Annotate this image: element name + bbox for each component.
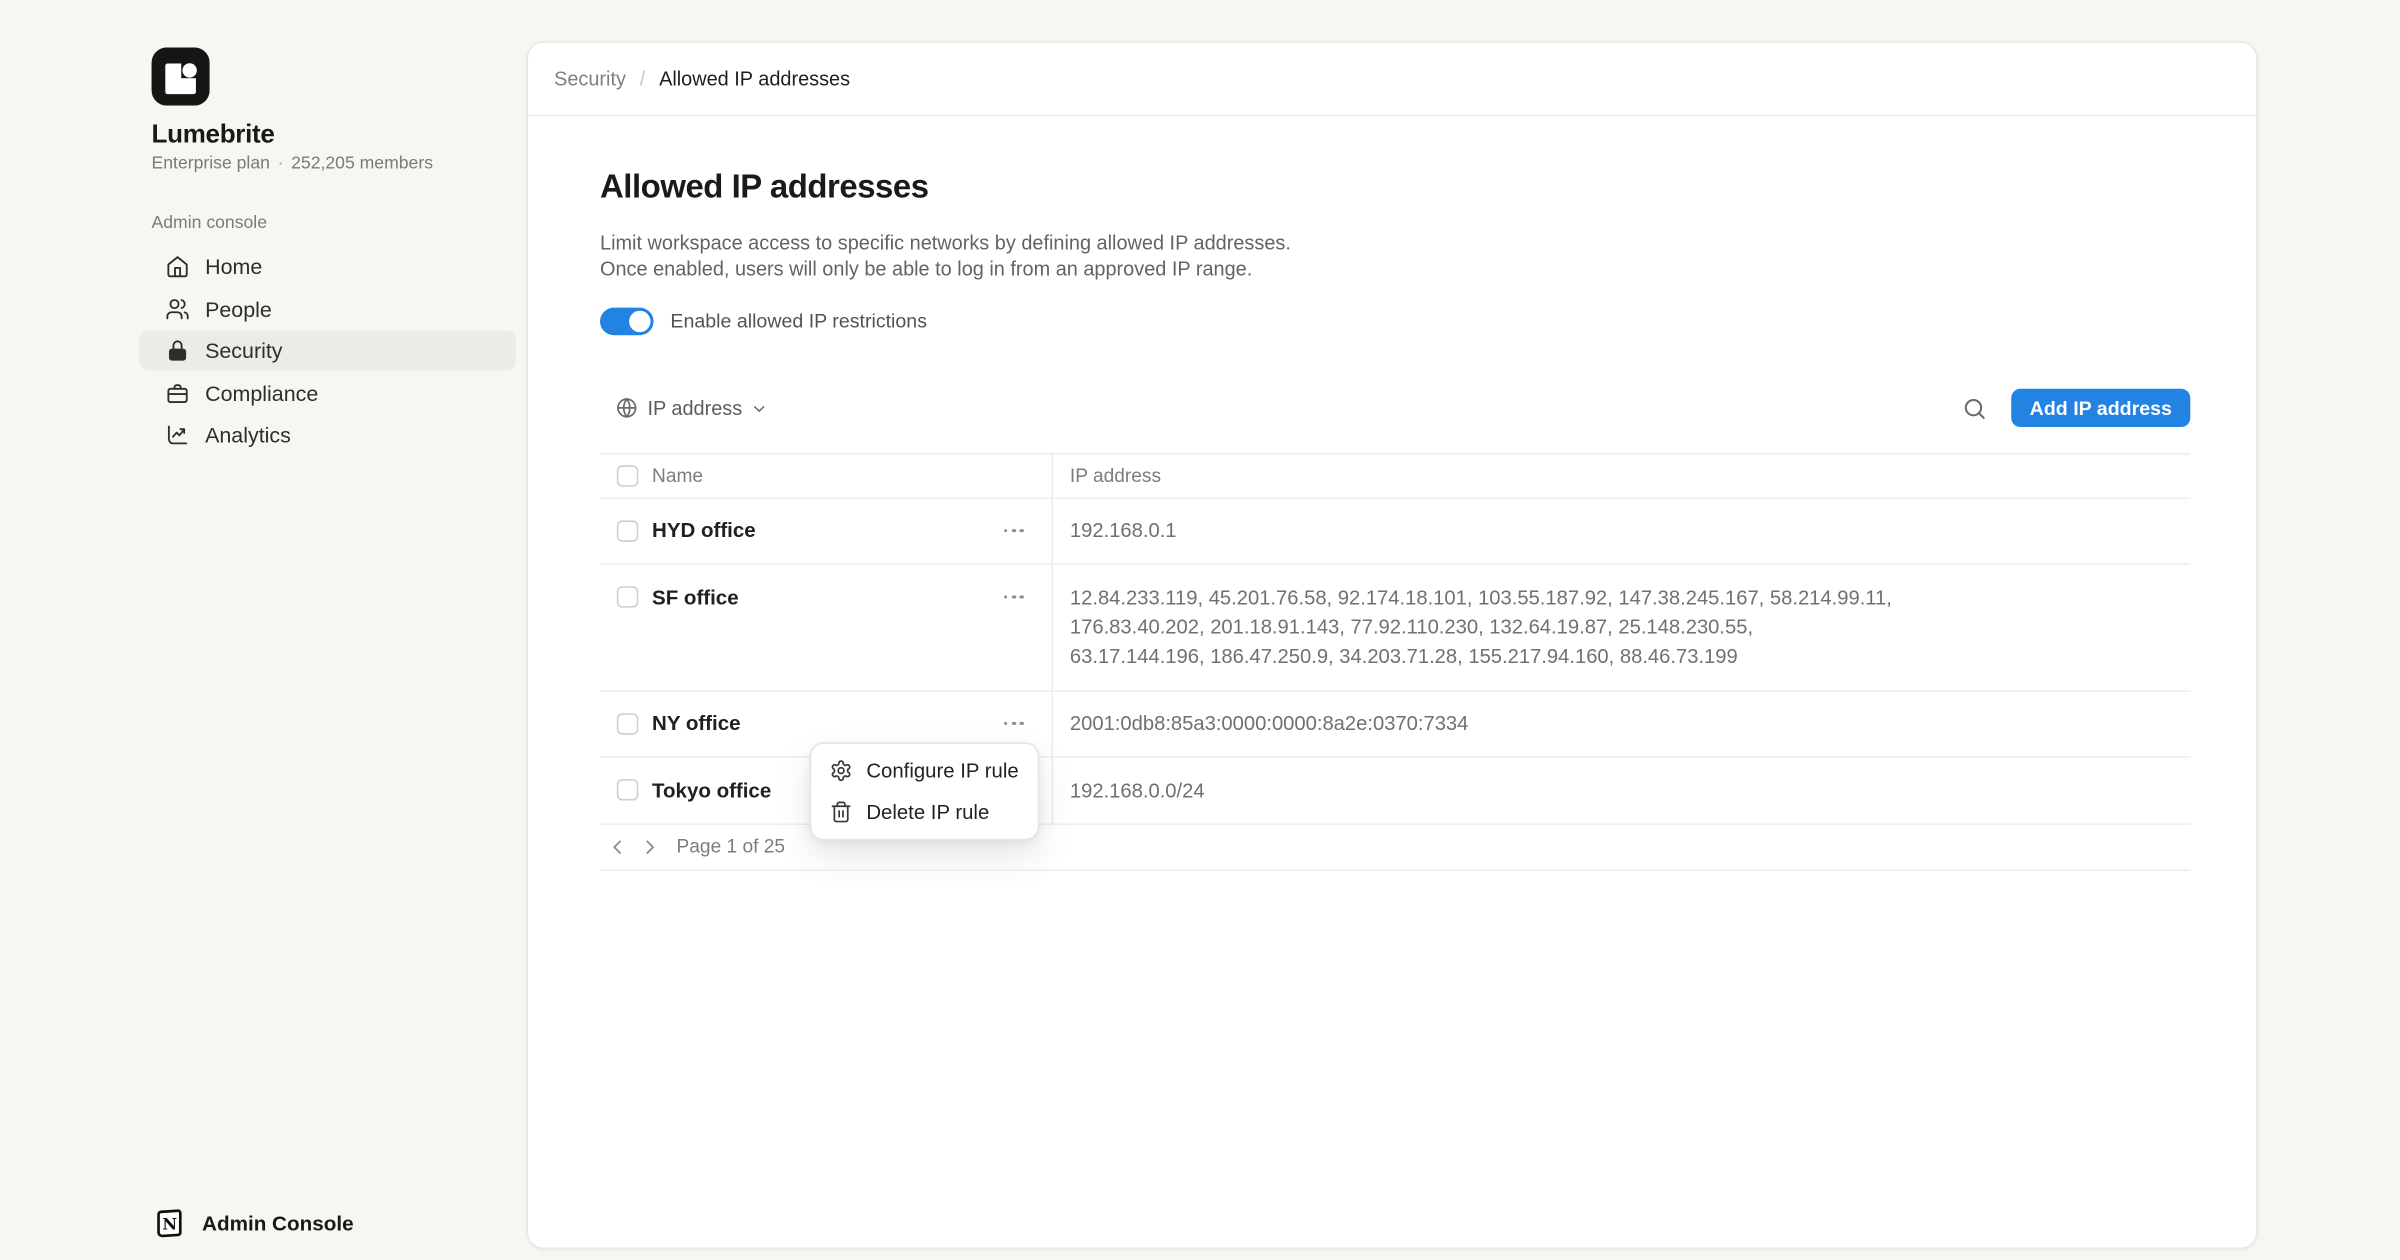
chart-line-icon	[165, 422, 189, 446]
ip-line: 12.84.233.119, 45.201.76.58, 92.174.18.1…	[1070, 583, 1892, 612]
house-icon	[165, 254, 189, 278]
notion-cube-icon: N	[152, 1206, 186, 1240]
globe-icon	[615, 397, 638, 420]
lumebrite-logo	[152, 47, 210, 105]
menu-item-configure-ip-rule[interactable]: Configure IP rule	[817, 750, 1031, 791]
sidebar-item-label: Security	[205, 338, 282, 362]
column-header-name: Name	[652, 465, 703, 486]
rule-name: Tokyo office	[652, 778, 771, 801]
gear-icon	[830, 759, 853, 782]
sidebar-item-compliance[interactable]: Compliance	[139, 373, 516, 413]
sidebar-item-label: Analytics	[205, 422, 291, 446]
ip-restrictions-toggle-row: Enable allowed IP restrictions	[600, 307, 2190, 335]
rule-name: SF office	[652, 586, 739, 609]
page-title: Allowed IP addresses	[600, 168, 2190, 206]
main-panel: Security / Allowed IP addresses Allowed …	[527, 41, 2258, 1249]
chevron-left-icon	[607, 837, 627, 857]
ip-cell: 192.168.0.0/24	[1053, 757, 2190, 823]
next-page-button[interactable]	[637, 834, 661, 858]
sidebar-item-label: Home	[205, 254, 262, 278]
plan-label: Enterprise plan	[152, 155, 270, 173]
svg-text:N: N	[162, 1215, 177, 1234]
ip-cell: 192.168.0.1	[1053, 498, 2190, 562]
sidebar-item-security[interactable]: Security	[139, 331, 516, 371]
table-row: SF office 12.84.233.119, 45.201.76.58, 9…	[600, 564, 2190, 691]
menu-item-delete-ip-rule[interactable]: Delete IP rule	[817, 791, 1031, 832]
breadcrumb-separator: /	[640, 67, 646, 90]
ip-line: 63.17.144.196, 186.47.250.9, 34.203.71.2…	[1070, 641, 1738, 670]
ip-cell: 12.84.233.119, 45.201.76.58, 92.174.18.1…	[1053, 564, 2190, 690]
breadcrumb-current: Allowed IP addresses	[659, 67, 850, 90]
row-context-menu: Configure IP rule Delete IP rule	[810, 742, 1040, 840]
search-icon	[1962, 396, 1986, 420]
sidebar-item-analytics[interactable]: Analytics	[139, 415, 516, 455]
breadcrumb-security[interactable]: Security	[554, 67, 626, 90]
name-cell: HYD office	[600, 498, 1053, 562]
ip-line: 176.83.40.202, 201.18.91.143, 77.92.110.…	[1070, 612, 1753, 641]
rule-name: HYD office	[652, 519, 756, 542]
menu-item-label: Delete IP rule	[866, 801, 989, 824]
ip-address-filter[interactable]: IP address	[615, 397, 766, 420]
search-button[interactable]	[1955, 388, 1995, 428]
toggle-knob	[629, 310, 650, 331]
ip-restrictions-toggle[interactable]	[600, 307, 654, 335]
header-cell-name: Name	[600, 454, 1053, 497]
row-checkbox[interactable]	[617, 520, 638, 541]
sidebar-section-label: Admin console	[152, 214, 267, 232]
briefcase-icon	[165, 380, 189, 404]
name-cell: SF office	[600, 564, 1053, 690]
page-description-line1: Limit workspace access to specific netwo…	[600, 230, 2190, 256]
admin-console-app: Lumebrite Enterprise plan · 252,205 memb…	[0, 0, 2400, 1260]
pagination-label: Page 1 of 25	[677, 836, 786, 857]
sidebar-item-people[interactable]: People	[139, 289, 516, 329]
sidebar: Lumebrite Enterprise plan · 252,205 memb…	[0, 0, 527, 1260]
previous-page-button[interactable]	[605, 834, 629, 858]
workspace-logo	[152, 47, 210, 105]
ip-cell: 2001:0db8:85a3:0000:0000:8a2e:0370:7334	[1053, 691, 2190, 755]
page-content: Allowed IP addresses Limit workspace acc…	[528, 168, 2256, 870]
toggle-label: Enable allowed IP restrictions	[670, 309, 927, 332]
column-header-ip: IP address	[1070, 465, 1161, 486]
sidebar-item-label: Compliance	[205, 380, 318, 404]
members-count: 252,205 members	[291, 155, 433, 173]
workspace-plan-line: Enterprise plan · 252,205 members	[152, 155, 433, 173]
sidebar-footer-label: Admin Console	[202, 1211, 354, 1234]
table-toolbar: IP address Add IP address	[600, 388, 2190, 428]
breadcrumb: Security / Allowed IP addresses	[528, 43, 2256, 116]
sidebar-nav: Home People Security Compliance	[139, 246, 516, 456]
table-row: HYD office 192.168.0.1	[600, 498, 2190, 564]
row-actions-button[interactable]	[1001, 522, 1027, 538]
chevron-down-icon	[751, 400, 766, 415]
menu-item-label: Configure IP rule	[866, 759, 1018, 782]
page-description-line2: Once enabled, users will only be able to…	[600, 256, 2190, 282]
row-actions-button[interactable]	[1001, 715, 1027, 731]
page-description: Limit workspace access to specific netwo…	[600, 230, 2190, 283]
header-cell-ip: IP address	[1053, 454, 2190, 497]
row-checkbox[interactable]	[617, 779, 638, 800]
sidebar-item-label: People	[205, 296, 272, 320]
row-actions-button[interactable]	[1001, 589, 1027, 605]
sidebar-footer-admin-console[interactable]: N Admin Console	[152, 1206, 354, 1240]
rule-name: NY office	[652, 712, 740, 735]
row-checkbox[interactable]	[617, 713, 638, 734]
add-ip-address-button[interactable]: Add IP address	[2011, 389, 2190, 427]
row-checkbox[interactable]	[617, 586, 638, 607]
table-header-row: Name IP address	[600, 454, 2190, 498]
people-icon	[165, 296, 189, 320]
select-all-checkbox[interactable]	[617, 465, 638, 486]
filter-label: IP address	[647, 397, 742, 420]
lock-icon	[165, 338, 189, 362]
workspace-name: Lumebrite	[152, 119, 275, 150]
plan-separator: ·	[278, 155, 284, 173]
sidebar-item-home[interactable]: Home	[139, 246, 516, 286]
chevron-right-icon	[639, 837, 659, 857]
trash-icon	[830, 801, 853, 824]
